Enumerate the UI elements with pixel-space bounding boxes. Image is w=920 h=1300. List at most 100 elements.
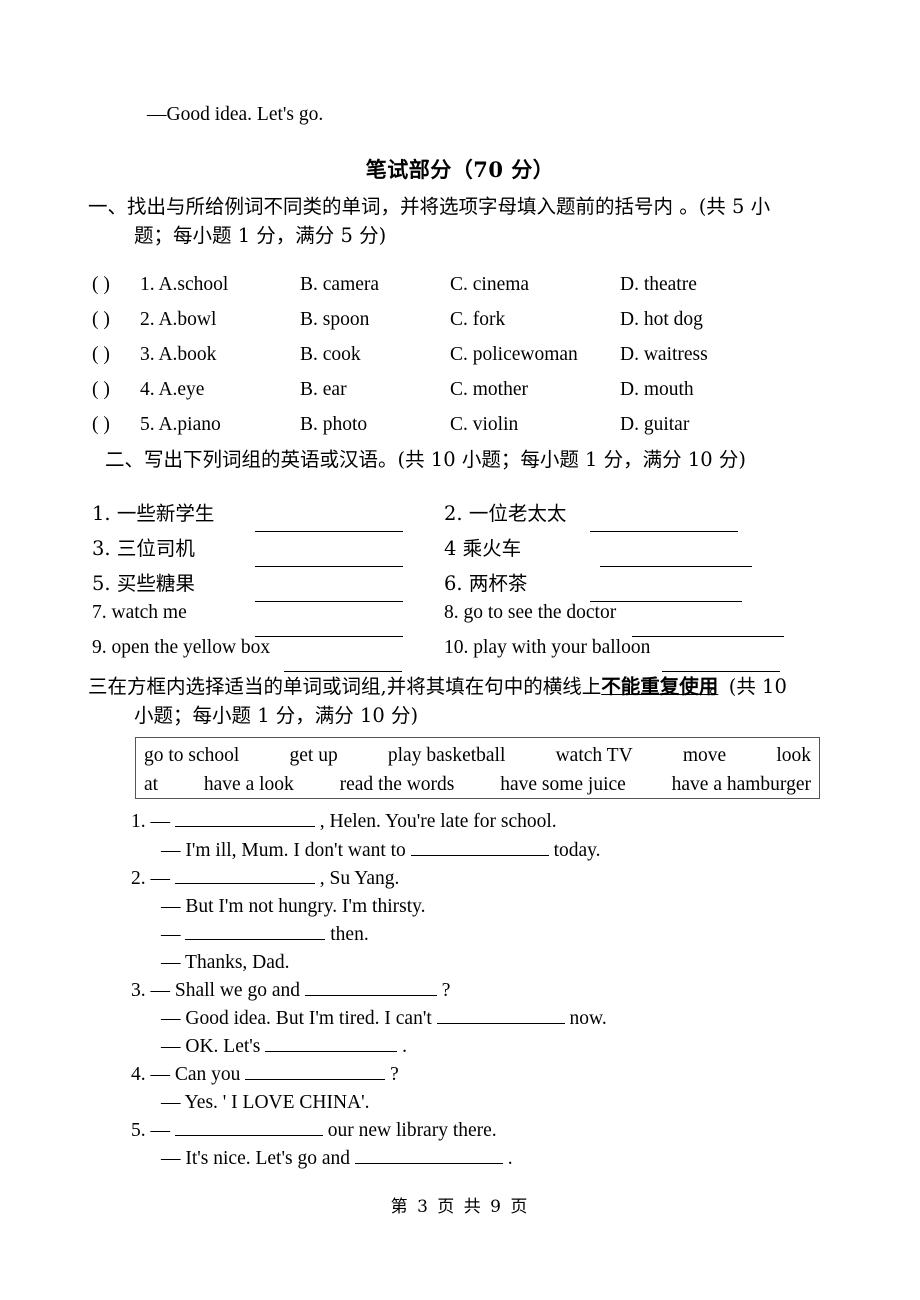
dialogue-line: — OK. Let's . [161, 1036, 408, 1057]
mcq-stem: 4. A.eye [140, 379, 205, 400]
word-bank-item[interactable]: look [776, 745, 811, 767]
mcq-option-b[interactable]: B. ear [300, 379, 347, 401]
phrase-left: 5. 买些糖果 [92, 572, 195, 595]
mcq-stem: 5. A.piano [140, 414, 221, 435]
word-bank-item[interactable]: watch TV [556, 745, 633, 767]
mcq-option-d[interactable]: D. hot dog [620, 309, 703, 331]
phrase-row: 1. 一些新学生 2. 一位老太太 [92, 497, 872, 532]
dialogue-line: 5. — our new library there. [131, 1120, 497, 1141]
answer-parenthesis[interactable]: ( ) [92, 414, 110, 436]
word-bank-item[interactable]: at [144, 774, 158, 796]
dialogue-line: — Thanks, Dad. [161, 952, 290, 973]
section2-heading: 二、写出下列词组的英语或汉语。(共 10 小题；每小题 1 分，满分 10 分) [105, 448, 746, 471]
phrase-left: 7. watch me [92, 602, 187, 623]
answer-parenthesis[interactable]: ( ) [92, 344, 110, 366]
word-bank-item[interactable]: play basketball [388, 745, 506, 767]
phrase-right: 2. 一位老太太 [444, 502, 567, 525]
dialogue-line: — Good idea. But I'm tired. I can't now. [161, 1008, 607, 1029]
section3-heading-emphasis: 不能重复使用 [601, 675, 719, 698]
answer-blank[interactable] [174, 811, 315, 827]
answer-blank[interactable] [185, 924, 326, 940]
mcq-option-c[interactable]: C. policewoman [450, 344, 578, 366]
mcq-stem: 2. A.bowl [140, 309, 217, 330]
mcq-stem: 3. A.book [140, 344, 217, 365]
section1-heading-line2: 题；每小题 1 分，满分 5 分) [134, 224, 387, 247]
answer-parenthesis[interactable]: ( ) [92, 309, 110, 331]
mcq-option-d[interactable]: D. mouth [620, 379, 694, 401]
answer-blank[interactable] [600, 551, 752, 567]
answer-blank[interactable] [354, 1148, 503, 1164]
mcq-option-d[interactable]: D. guitar [620, 414, 689, 436]
dialogue-line: 2. — , Su Yang. [131, 868, 400, 889]
page-title: 笔试部分（70 分） [365, 157, 555, 182]
word-bank-row: at have a look read the words have some … [144, 774, 811, 796]
answer-parenthesis[interactable]: ( ) [92, 274, 110, 296]
mcq-option-b[interactable]: B. camera [300, 274, 379, 296]
section3-heading-line2: 小题；每小题 1 分，满分 10 分) [134, 704, 419, 727]
answer-blank[interactable] [174, 1120, 323, 1136]
mcq-row: ( ) 4. A.eye B. ear C. mother D. mouth [92, 379, 852, 401]
word-bank-row: go to school get up play basketball watc… [144, 745, 811, 767]
phrase-right: 4 乘火车 [444, 537, 522, 560]
mcq-option-c[interactable]: C. violin [450, 414, 518, 436]
answer-blank[interactable] [590, 516, 738, 532]
mcq-row: ( ) 2. A.bowl B. spoon C. fork D. hot do… [92, 309, 852, 331]
answer-blank[interactable] [436, 1008, 565, 1024]
carryover-dialogue-line: —Good idea. Let's go. [147, 104, 324, 125]
word-bank-item[interactable]: read the words [340, 774, 455, 796]
mcq-option-d[interactable]: D. theatre [620, 274, 697, 296]
word-bank-item[interactable]: go to school [144, 745, 239, 767]
answer-blank[interactable] [245, 1064, 386, 1080]
phrase-right: 10. play with your balloon [444, 637, 651, 658]
phrase-left: 1. 一些新学生 [92, 502, 215, 525]
answer-blank[interactable] [410, 840, 549, 856]
answer-blank[interactable] [255, 551, 403, 567]
section1-heading-line1: 一、找出与所给例词不同类的单词，并将选项字母填入题前的括号内 。(共 5 小 [88, 195, 771, 218]
page-footer: 第 3 页 共 9 页 [390, 1197, 530, 1217]
answer-blank[interactable] [255, 621, 403, 637]
dialogue-line: 1. — , Helen. You're late for school. [131, 811, 557, 832]
answer-blank[interactable] [265, 1036, 398, 1052]
answer-blank[interactable] [632, 621, 784, 637]
dialogue-line: — It's nice. Let's go and . [161, 1148, 513, 1169]
answer-parenthesis[interactable]: ( ) [92, 379, 110, 401]
word-bank-item[interactable]: move [683, 745, 726, 767]
section1-heading: 一、找出与所给例词不同类的单词，并将选项字母填入题前的括号内 。(共 5 小 题… [88, 192, 888, 250]
dialogue-line: — I'm ill, Mum. I don't want to today. [161, 840, 601, 861]
mcq-option-c[interactable]: C. cinema [450, 274, 529, 296]
phrase-right: 8. go to see the doctor [444, 602, 617, 623]
phrase-row: 3. 三位司机 4 乘火车 [92, 532, 872, 567]
dialogue-line: 4. — Can you ? [131, 1064, 399, 1085]
word-bank-item[interactable]: have a hamburger [672, 774, 811, 796]
mcq-row: ( ) 3. A.book B. cook C. policewoman D. … [92, 344, 852, 366]
dialogue-line: 3. — Shall we go and ? [131, 980, 451, 1001]
answer-blank[interactable] [255, 586, 403, 602]
mcq-row: ( ) 1. A.school B. camera C. cinema D. t… [92, 274, 852, 296]
answer-blank[interactable] [662, 656, 780, 672]
word-bank-item[interactable]: have some juice [500, 774, 626, 796]
dialogue-line: — Yes. ' I LOVE CHINA'. [161, 1092, 370, 1113]
phrase-row: 7. watch me 8. go to see the doctor [92, 602, 872, 637]
mcq-option-b[interactable]: B. spoon [300, 309, 369, 331]
mcq-option-c[interactable]: C. mother [450, 379, 528, 401]
mcq-option-d[interactable]: D. waitress [620, 344, 708, 366]
word-bank-box: go to school get up play basketball watc… [135, 737, 820, 799]
mcq-option-b[interactable]: B. cook [300, 344, 361, 366]
section3-heading-line1: 三在方框内选择适当的单词或词组,并将其填在句中的横线上不能重复使用。(共 10 [88, 675, 787, 698]
phrase-right: 6. 两杯茶 [444, 572, 528, 595]
answer-blank[interactable] [590, 586, 742, 602]
answer-blank[interactable] [255, 516, 403, 532]
answer-blank[interactable] [304, 980, 437, 996]
word-bank-item[interactable]: have a look [204, 774, 294, 796]
phrase-row: 9. open the yellow box 10. play with you… [92, 637, 872, 672]
answer-blank[interactable] [174, 868, 315, 884]
word-bank-item[interactable]: get up [290, 745, 338, 767]
phrase-left: 3. 三位司机 [92, 537, 195, 560]
mcq-option-b[interactable]: B. photo [300, 414, 367, 436]
answer-blank[interactable] [284, 656, 402, 672]
mcq-option-c[interactable]: C. fork [450, 309, 505, 331]
exam-page: —Good idea. Let's go. 笔试部分（70 分） 一、找出与所给… [0, 0, 920, 1300]
dialogue-line: — then. [161, 924, 369, 945]
mcq-row: ( ) 5. A.piano B. photo C. violin D. gui… [92, 414, 852, 436]
dialogue-line: — But I'm not hungry. I'm thirsty. [161, 896, 426, 917]
